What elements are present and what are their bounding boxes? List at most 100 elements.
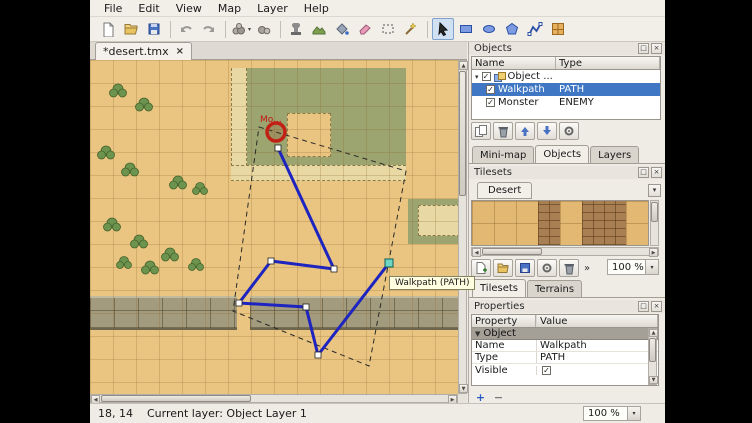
properties-toolbar: + − [473,390,509,404]
scroll-left-button[interactable]: ◀ [472,248,481,257]
visibility-checkbox[interactable]: ✓ [486,85,495,94]
menu-edit[interactable]: Edit [130,1,167,16]
menu-file[interactable]: File [96,1,130,16]
tileset-view[interactable] [471,200,649,246]
scroll-up-button[interactable]: ▲ [649,329,658,337]
terrain-brush-tool[interactable] [308,18,330,40]
combo-dropdown-icon[interactable]: ▾ [627,407,640,420]
object-row-monster[interactable]: ✓ Monster ENEMY [472,96,660,109]
property-row-type[interactable]: Type PATH [472,352,658,364]
lower-object-button[interactable] [537,122,557,140]
terrain-stamp-button[interactable] [253,18,275,40]
select-objects-tool[interactable] [432,18,454,40]
visibility-checkbox[interactable]: ✓ [486,98,495,107]
property-row-name[interactable]: Name Walkpath [472,340,658,352]
open-file-button[interactable] [120,18,142,40]
column-value[interactable]: Value [536,315,658,327]
duplicate-object-button[interactable] [471,122,491,140]
tileset-horizontal-scrollbar[interactable]: ◀ ▶ [471,247,659,256]
new-file-button[interactable] [97,18,119,40]
property-value[interactable]: PATH [536,352,658,363]
walkpath-polyline[interactable] [239,148,389,355]
undo-button[interactable] [175,18,197,40]
scroll-thumb[interactable] [651,202,658,222]
remove-property-button[interactable]: − [491,390,506,404]
menu-help[interactable]: Help [296,1,337,16]
toolbar: ▾ [90,17,665,42]
close-panel-button[interactable]: × [651,167,662,178]
column-name[interactable]: Name [472,57,556,69]
float-panel-button[interactable]: □ [638,167,649,178]
tileset-tab-desert[interactable]: Desert [477,182,532,199]
visible-checkbox[interactable]: ✓ [542,366,551,375]
save-button[interactable] [143,18,165,40]
menu-view[interactable]: View [168,1,210,16]
new-tileset-button[interactable] [471,259,491,277]
map-canvas[interactable]: Mo... [90,60,458,394]
redo-button[interactable] [198,18,220,40]
object-group-row[interactable]: ▾ ✓ Object ... [472,70,660,83]
insert-rectangle-tool[interactable] [455,18,477,40]
property-row-visible[interactable]: Visible ✓ [472,364,658,376]
properties-vertical-scrollbar[interactable]: ▲ ▼ [648,328,657,385]
column-property[interactable]: Property [472,315,536,327]
monster-object[interactable] [267,123,285,141]
map-horizontal-scrollbar[interactable]: ◀ ▶ [90,394,458,403]
raise-object-button[interactable] [515,122,535,140]
menu-map[interactable]: Map [210,1,249,16]
scroll-thumb[interactable] [482,248,542,255]
remove-tileset-button[interactable] [559,259,579,277]
stamp-brush-tool[interactable] [285,18,307,40]
property-group-row[interactable]: ▼ Object [472,328,658,340]
close-panel-button[interactable]: × [651,301,662,312]
group-expander-icon[interactable]: ▼ [475,330,480,338]
object-row-walkpath[interactable]: ✓ Walkpath PATH [472,83,660,96]
tab-mini-map[interactable]: Mini-map [472,146,534,163]
tileset-list-dropdown[interactable]: ▾ [648,184,661,197]
close-panel-button[interactable]: × [651,43,662,54]
scroll-right-button[interactable]: ▶ [649,248,658,257]
toolbar-overflow-icon[interactable]: » [584,263,590,274]
property-value[interactable]: Walkpath [536,340,658,351]
tab-desert-tmx[interactable]: *desert.tmx × [95,42,192,60]
tab-layers[interactable]: Layers [590,146,639,163]
tab-close-icon[interactable]: × [176,46,184,57]
scroll-up-button[interactable]: ▲ [459,61,468,70]
column-type[interactable]: Type [556,57,660,69]
walkpath-vertices[interactable] [236,145,337,358]
scroll-thumb[interactable] [649,338,656,362]
expander-icon[interactable]: ▾ [475,73,479,81]
combo-dropdown-icon[interactable]: ▾ [645,260,658,274]
float-panel-button[interactable]: □ [638,301,649,312]
insert-polyline-tool[interactable] [524,18,546,40]
selected-vertex-handle[interactable] [385,259,393,267]
magic-wand-tool[interactable] [400,18,422,40]
add-property-button[interactable]: + [473,390,488,404]
map-vertical-scrollbar[interactable]: ▲ ▼ [458,60,467,394]
scroll-thumb[interactable] [101,395,251,402]
tileset-zoom-combo[interactable]: 100 % ▾ [607,259,659,275]
insert-tile-object-tool[interactable] [547,18,569,40]
export-tileset-button[interactable] [515,259,535,277]
float-panel-button[interactable]: □ [638,43,649,54]
scroll-down-button[interactable]: ▼ [459,384,468,393]
random-stamp-dropdown[interactable]: ▾ [230,18,252,40]
insert-ellipse-tool[interactable] [478,18,500,40]
scroll-down-button[interactable]: ▼ [649,376,658,384]
status-zoom-combo[interactable]: 100 % ▾ [583,406,641,421]
tileset-properties-button[interactable] [537,259,557,277]
eraser-tool[interactable] [354,18,376,40]
tab-objects[interactable]: Objects [535,145,589,163]
scroll-thumb[interactable] [459,71,466,196]
tab-terrains[interactable]: Terrains [527,280,582,297]
import-tileset-button[interactable] [493,259,513,277]
rect-select-tool[interactable] [377,18,399,40]
tab-tilesets[interactable]: Tilesets [472,279,526,297]
visibility-checkbox[interactable]: ✓ [482,72,491,81]
remove-object-button[interactable] [493,122,513,140]
insert-polygon-tool[interactable] [501,18,523,40]
bucket-fill-tool[interactable] [331,18,353,40]
object-properties-button[interactable] [559,122,579,140]
tileset-vertical-scrollbar[interactable] [650,200,659,246]
menu-layer[interactable]: Layer [249,1,296,16]
